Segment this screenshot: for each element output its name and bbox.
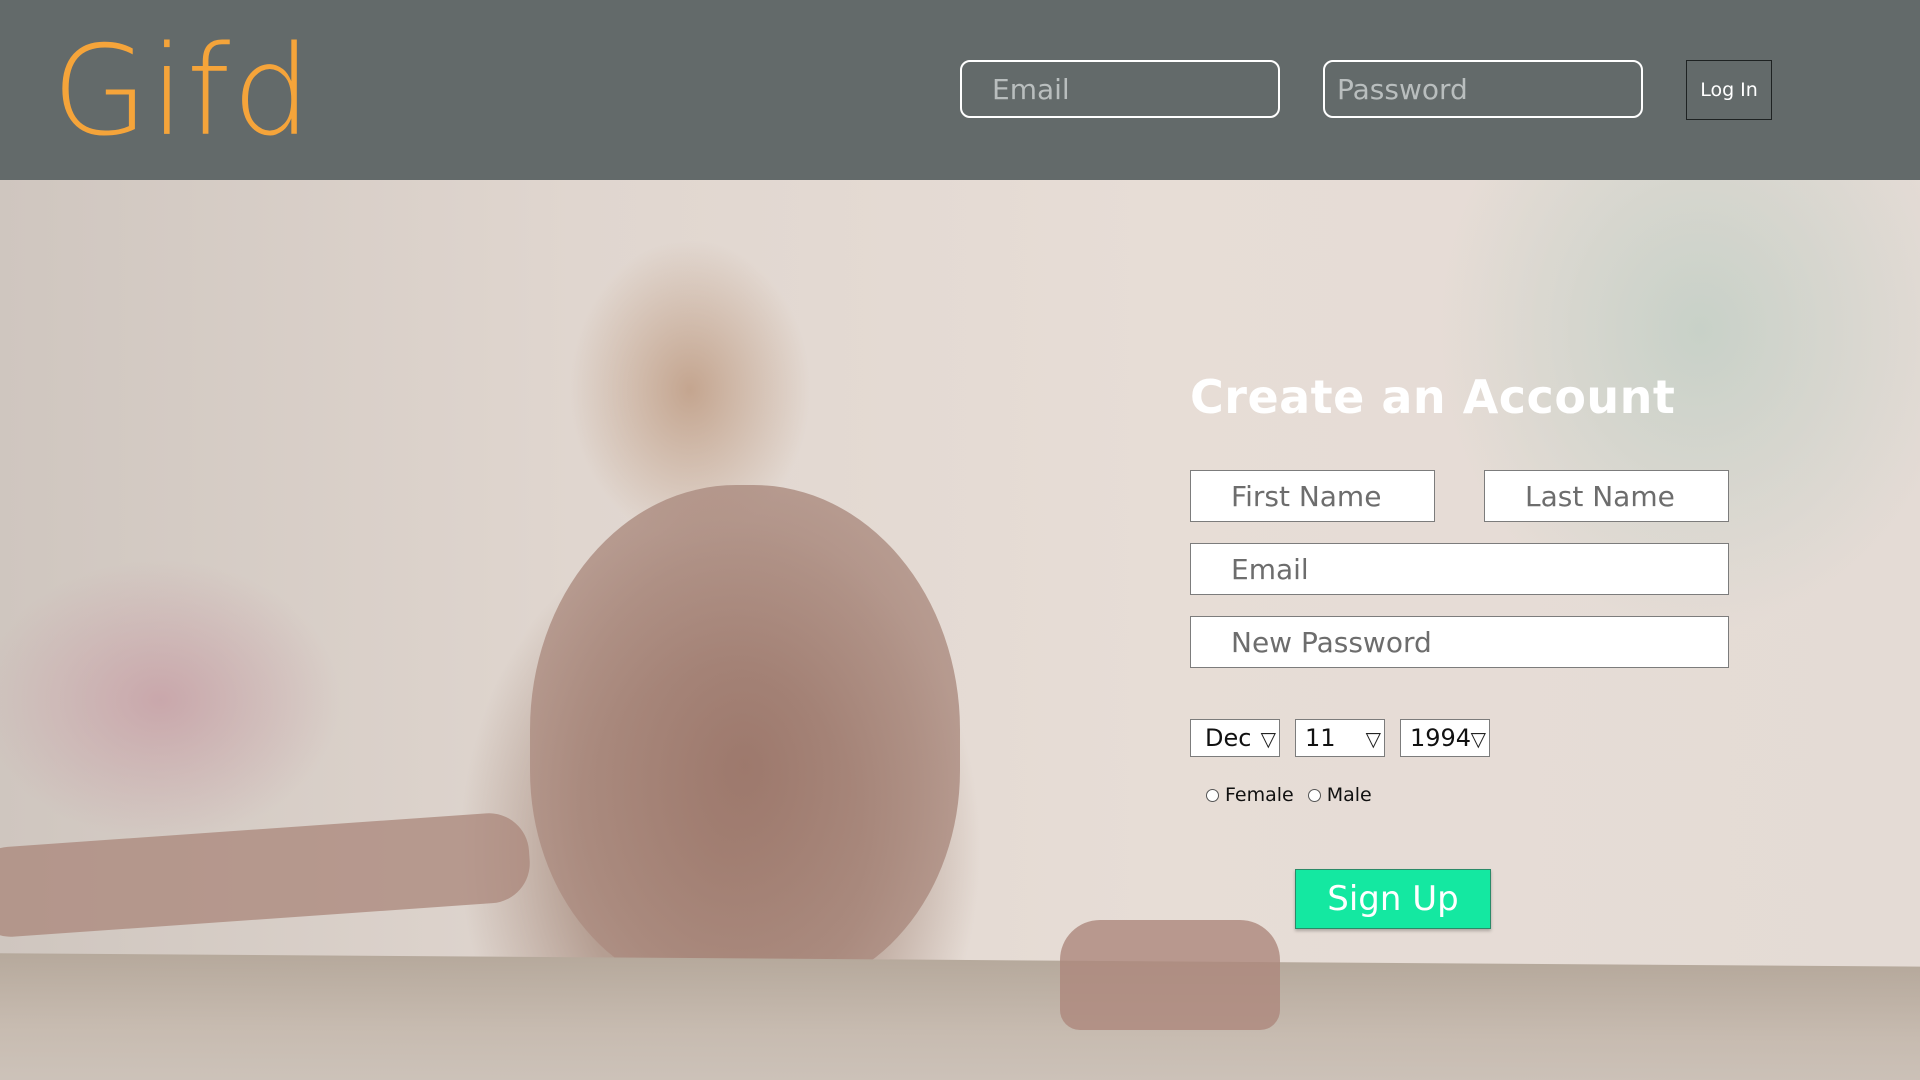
dropdown-arrow-icon: ▽ xyxy=(1260,727,1276,751)
gender-label-female: Female xyxy=(1225,784,1294,806)
birth-month-select[interactable]: Dec ▽ xyxy=(1190,719,1280,757)
birth-day-select[interactable]: 11 ▽ xyxy=(1295,719,1385,757)
hero-child-face xyxy=(530,485,960,995)
radio-female[interactable] xyxy=(1206,788,1219,802)
top-navigation-bar: Gifd Log In xyxy=(0,0,1920,180)
gender-option-male[interactable]: Male xyxy=(1307,784,1372,806)
birth-month-value: Dec xyxy=(1205,724,1252,752)
sign-up-button[interactable]: Sign Up xyxy=(1295,869,1491,929)
signup-email-input[interactable] xyxy=(1190,543,1729,595)
hero-child-hand xyxy=(1060,920,1280,1030)
dropdown-arrow-icon: ▽ xyxy=(1470,727,1486,751)
dropdown-arrow-icon: ▽ xyxy=(1365,727,1381,751)
gender-radio-group: Female Male xyxy=(1206,784,1386,806)
radio-male[interactable] xyxy=(1307,788,1321,802)
first-name-input[interactable] xyxy=(1190,470,1435,522)
login-button[interactable]: Log In xyxy=(1686,60,1772,120)
gender-label-male: Male xyxy=(1326,784,1372,806)
birth-day-value: 11 xyxy=(1305,724,1336,752)
gender-option-female[interactable]: Female xyxy=(1206,784,1294,806)
hero-rusty-rail xyxy=(0,953,1920,1080)
hero-child-arm xyxy=(0,810,533,940)
signup-title: Create an Account xyxy=(1190,370,1676,424)
last-name-input[interactable] xyxy=(1484,470,1729,522)
page: Gifd Log In Create an Account Dec ▽ 11 ▽… xyxy=(0,0,1920,1080)
new-password-input[interactable] xyxy=(1190,616,1729,668)
login-password-input[interactable] xyxy=(1323,60,1643,118)
brand-logo[interactable]: Gifd xyxy=(52,22,313,162)
birth-year-value: 1994 xyxy=(1410,724,1472,752)
birth-year-select[interactable]: 1994 ▽ xyxy=(1400,719,1490,757)
login-email-input[interactable] xyxy=(960,60,1280,118)
